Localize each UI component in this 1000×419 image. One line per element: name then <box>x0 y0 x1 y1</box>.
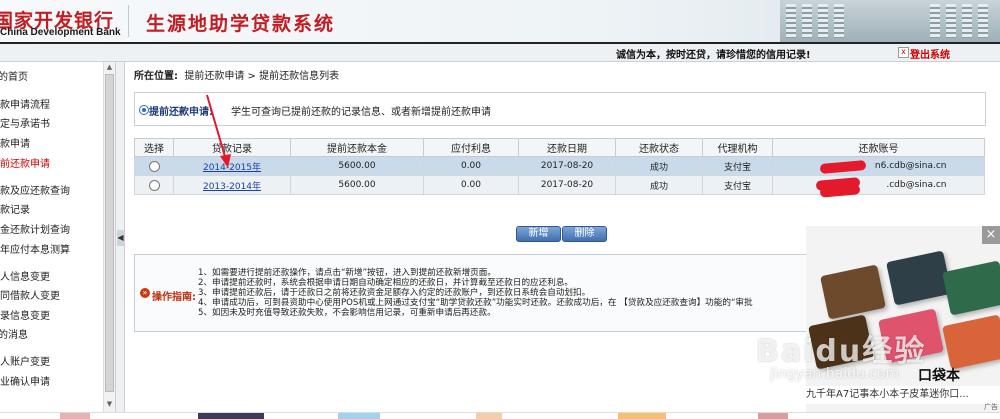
breadcrumb: 所在位置: 提前还款申请 > 提前还款信息列表 <box>134 67 339 82</box>
guide-title: 操作指南: <box>152 292 196 303</box>
col-interest: 应付利息 <box>423 138 519 157</box>
info-bar: 诚信为本，按时还贷，请珍惜您的信用记录! x 登出系统 <box>0 44 1000 62</box>
col-status: 还款状态 <box>615 138 703 157</box>
delete-button[interactable]: 删除 <box>562 226 607 242</box>
col-agency: 代理机构 <box>702 138 773 157</box>
notebook-image <box>942 314 1000 370</box>
sidebar-item-coborrower[interactable]: 共同借款人变更 <box>0 288 93 306</box>
row-radio[interactable] <box>148 179 160 191</box>
notice-title: 提前还款申请: <box>149 107 213 118</box>
notice-box: 提前还款申请: 学生可查询已提前还款的记录信息、或者新增提前还款申请 <box>134 92 986 126</box>
scroll-up-icon[interactable]: ▲ <box>105 63 114 72</box>
sidebar-item-personal-info[interactable]: 个人信息变更 <box>0 269 93 287</box>
baidu-watermark-url: jingyan.baidu.com <box>770 366 900 382</box>
close-icon[interactable]: × <box>982 226 1000 244</box>
row-select-cell <box>134 175 174 195</box>
col-principal: 提前还款本金 <box>290 138 424 157</box>
sidebar-item-loan-apply[interactable]: 贷款申请 <box>0 136 93 154</box>
header-divider <box>128 5 129 37</box>
record-cell: 2013-2014年 <box>173 175 291 195</box>
sidebar-item-loan-query[interactable]: 贷款及应还款查询 <box>0 183 93 201</box>
col-date: 还款日期 <box>518 138 616 157</box>
logout-link[interactable]: 登出系统 <box>910 46 950 61</box>
col-record: 贷款记录 <box>173 138 291 157</box>
ad-tag: 广告 <box>984 403 998 411</box>
app-header: 国家开发银行 China Development Bank 生源地助学贷款系统 <box>0 0 1000 42</box>
row-radio[interactable] <box>148 160 160 172</box>
sidebar-item-account-change[interactable]: 个人账户变更 <box>0 354 93 372</box>
credit-slogan: 诚信为本，按时还贷，请珍惜您的信用记录! <box>616 50 811 61</box>
scrollbar-thumb[interactable] <box>105 74 114 392</box>
date-cell: 2017-08-20 <box>518 175 616 195</box>
add-button[interactable]: 新增 <box>516 226 561 242</box>
record-link[interactable]: 2013-2014年 <box>203 182 261 192</box>
sidebar-item-home[interactable]: 我的首页 <box>0 69 91 87</box>
logout-icon[interactable]: x <box>898 47 909 58</box>
sidebar-item-interest-calc[interactable]: 当年应付本息测算 <box>0 242 93 260</box>
notice-text: 学生可查询已提前还款的记录信息、或者新增提前还款申请 <box>231 107 491 118</box>
scroll-down-icon[interactable]: ▼ <box>105 400 114 409</box>
guide-arrow-icon: » <box>140 288 150 298</box>
sidebar-nav: 我的首页 贷款申请流程 协定与承诺书 贷款申请 提前还款申请 贷款及应还款查询 … <box>0 62 103 412</box>
col-account: 还款账号 <box>772 138 985 157</box>
panel-splitter[interactable]: ◀ <box>115 62 125 412</box>
notebook-image <box>886 250 952 306</box>
baidu-watermark: Baidu经验 <box>756 334 927 369</box>
row-select-cell <box>134 156 174 176</box>
sidebar-item-repay-records[interactable]: 还款记录 <box>0 202 93 220</box>
interest-cell: 0.00 <box>423 175 519 195</box>
table-header-row: 选择 贷款记录 提前还款本金 应付利息 还款日期 还款状态 代理机构 还款账号 <box>134 138 985 157</box>
sidebar-item-graduation[interactable]: 毕业确认申请 <box>0 374 93 392</box>
collapse-left-icon[interactable]: ◀ <box>117 230 124 246</box>
notebook-image <box>942 260 1000 316</box>
breadcrumb-path: 提前还款申请 > 提前还款信息列表 <box>184 71 340 82</box>
notice-bullet-icon <box>139 105 149 115</box>
building-banner-image <box>780 0 1000 42</box>
notebook-image <box>820 264 886 320</box>
agency-cell: 支付宝 <box>702 175 773 195</box>
account-cell: n6.cdb@sina.cn <box>772 156 985 176</box>
breadcrumb-prefix: 所在位置: <box>134 71 178 82</box>
sidebar-item-agreement[interactable]: 协定与承诺书 <box>0 116 93 134</box>
principal-cell: 5600.00 <box>290 175 424 195</box>
advertisement-panel[interactable]: × 口袋本 九千年A7记事本小本子皮革迷你口... 广告 <box>806 226 1000 412</box>
redaction-mark <box>819 184 861 198</box>
sidebar-item-prepayment[interactable]: 提前还款申请 <box>0 156 93 174</box>
agency-cell: 支付宝 <box>702 156 773 176</box>
interest-cell: 0.00 <box>423 156 519 176</box>
system-title: 生源地助学贷款系统 <box>146 13 336 35</box>
sidebar-item-principal-plan[interactable]: 本金还款计划查询 <box>0 222 93 240</box>
sidebar-item-messages[interactable]: 我的消息 <box>0 327 91 345</box>
ad-caption[interactable]: 九千年A7记事本小本子皮革迷你口... <box>806 386 1000 404</box>
principal-cell: 5600.00 <box>290 156 424 176</box>
sidebar-item-login-info[interactable]: 登录信息变更 <box>0 308 93 326</box>
guide-line: 5、如因未及时充值导致还款失败，不会影响信用记录，可重新申请后再还款。 <box>198 308 496 318</box>
sidebar-item-loan-process[interactable]: 贷款申请流程 <box>0 97 93 115</box>
record-link[interactable]: 2014-2015年 <box>203 163 261 173</box>
account-cell: .cdb@sina.cn <box>772 175 985 195</box>
record-cell: 2014-2015年 <box>173 156 291 176</box>
status-cell: 成功 <box>615 156 703 176</box>
status-cell: 成功 <box>615 175 703 195</box>
bank-logo-en: China Development Bank <box>0 27 121 38</box>
date-cell: 2017-08-20 <box>518 156 616 176</box>
sidebar-scrollbar[interactable]: ▲ ▼ <box>103 62 115 412</box>
col-select: 选择 <box>134 138 174 157</box>
